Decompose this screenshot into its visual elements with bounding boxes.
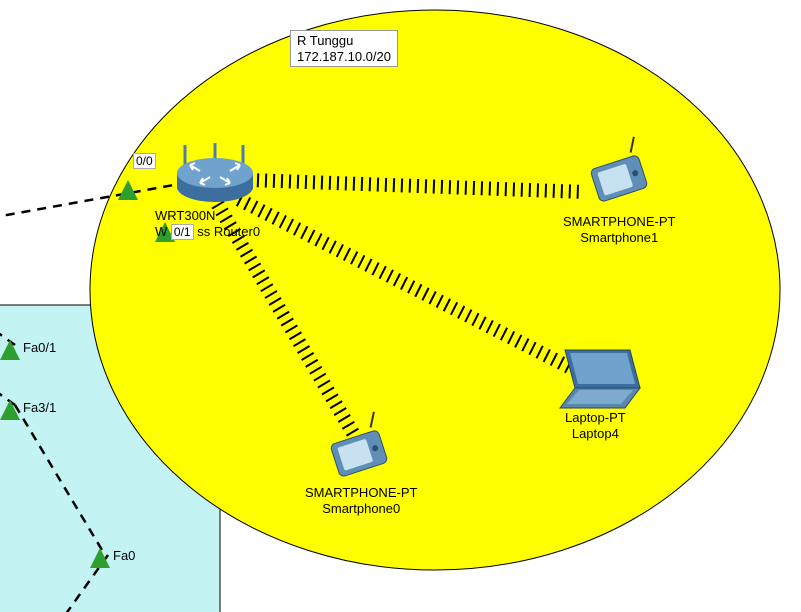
laptop-type: Laptop-PT bbox=[565, 410, 626, 426]
router-port-0-0: 0/0 bbox=[133, 153, 156, 169]
laptop-name: Laptop4 bbox=[565, 426, 626, 442]
smartphone0-name: Smartphone0 bbox=[305, 501, 417, 517]
smartphone1-name: Smartphone1 bbox=[563, 230, 675, 246]
router-labels: WRT300N W 0/1 ss Router0 bbox=[155, 208, 260, 240]
laptop-labels: Laptop-PT Laptop4 bbox=[565, 410, 626, 441]
zone-title-box: R Tunggu 172.187.10.0/20 bbox=[290, 30, 398, 67]
switch-port-fa31: Fa3/1 bbox=[23, 400, 56, 416]
switch-port-fa0: Fa0 bbox=[113, 548, 135, 564]
switch-port-fa01: Fa0/1 bbox=[23, 340, 56, 356]
router-model: WRT300N bbox=[155, 208, 260, 224]
smartphone0-labels: SMARTPHONE-PT Smartphone0 bbox=[305, 485, 417, 516]
zone-ellipse bbox=[90, 10, 780, 570]
zone-title-line2: 172.187.10.0/20 bbox=[297, 49, 391, 65]
zone-title-line1: R Tunggu bbox=[297, 33, 391, 49]
router-name-line: W 0/1 ss Router0 bbox=[155, 224, 260, 240]
router-port-0-1: 0/1 bbox=[171, 224, 194, 240]
smartphone0-type: SMARTPHONE-PT bbox=[305, 485, 417, 501]
smartphone1-type: SMARTPHONE-PT bbox=[563, 214, 675, 230]
smartphone1-labels: SMARTPHONE-PT Smartphone1 bbox=[563, 214, 675, 245]
